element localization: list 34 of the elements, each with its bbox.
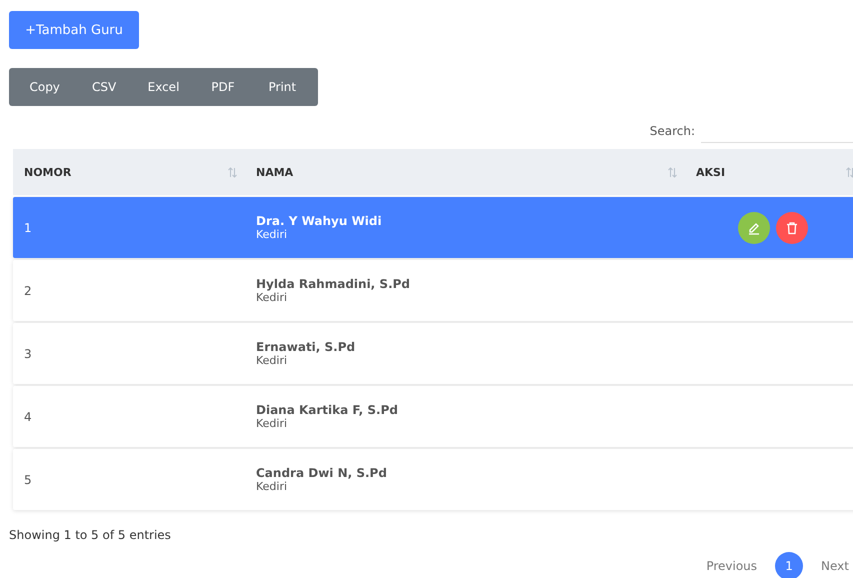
row-number: 2 bbox=[24, 284, 33, 298]
next-link[interactable]: Next bbox=[817, 559, 853, 573]
teacher-name: Diana Kartika F, S.Pd bbox=[256, 403, 400, 417]
entries-info: Showing 1 to 5 of 5 entries bbox=[9, 528, 172, 542]
row-number: 3 bbox=[24, 346, 33, 360]
teacher-name: Dra. Y Wahyu Widi bbox=[256, 214, 383, 228]
table-row[interactable]: 2 Hylda Rahmadini, S.Pd Kediri bbox=[13, 260, 853, 321]
export-button[interactable]: CSV bbox=[74, 68, 134, 106]
column-header[interactable]: NOMOR bbox=[24, 166, 72, 178]
teacher-city: Kediri bbox=[256, 354, 288, 367]
add-teacher-button[interactable]: +Tambah Guru bbox=[9, 11, 139, 49]
teacher-city: Kediri bbox=[256, 291, 288, 304]
column-header[interactable]: AKSI bbox=[696, 166, 726, 178]
row-number: 1 bbox=[24, 220, 33, 234]
row-number: 5 bbox=[24, 472, 33, 486]
previous-link[interactable]: Previous bbox=[702, 559, 762, 573]
search-label: Search: bbox=[650, 124, 695, 138]
teacher-city: Kediri bbox=[256, 480, 288, 493]
export-button[interactable]: Excel bbox=[134, 68, 194, 106]
export-button[interactable]: PDF bbox=[193, 68, 253, 106]
teacher-name: Hylda Rahmadini, S.Pd bbox=[256, 277, 412, 291]
table-row[interactable]: 4 Diana Kartika F, S.Pd Kediri bbox=[13, 386, 853, 447]
teacher-name: Ernawati, S.Pd bbox=[256, 340, 356, 354]
teacher-city: Kediri bbox=[256, 417, 288, 430]
table-row[interactable]: 5 Candra Dwi N, S.Pd Kediri bbox=[13, 449, 853, 510]
table-row[interactable]: 3 Ernawati, S.Pd Kediri bbox=[13, 323, 853, 384]
teacher-name: Candra Dwi N, S.Pd bbox=[256, 466, 388, 480]
table-row[interactable]: 1 Dra. Y Wahyu Widi Kediri bbox=[13, 197, 853, 258]
teacher-city: Kediri bbox=[256, 228, 288, 241]
row-number: 4 bbox=[24, 410, 33, 424]
column-header[interactable]: NAMA bbox=[256, 166, 294, 178]
export-button[interactable]: Print bbox=[252, 68, 312, 106]
export-button[interactable]: Copy bbox=[15, 68, 74, 106]
page-button[interactable]: 1 bbox=[775, 552, 804, 578]
